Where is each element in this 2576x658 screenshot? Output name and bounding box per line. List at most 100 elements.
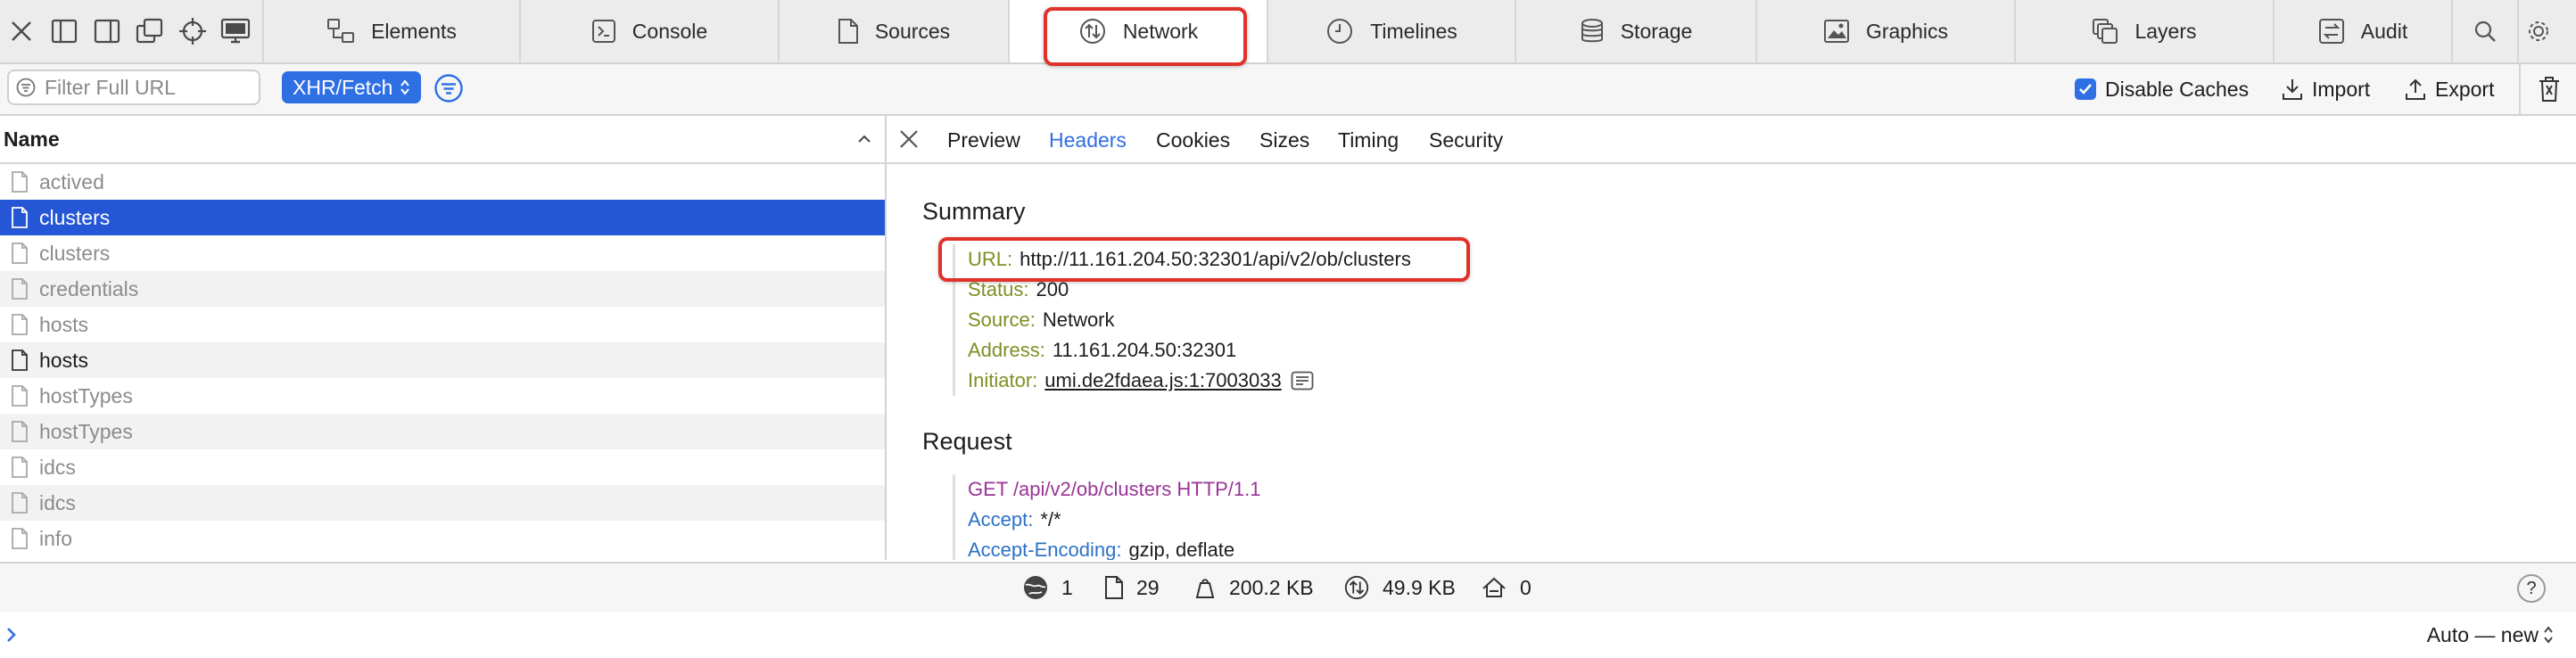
filter-url-input[interactable] (45, 75, 241, 100)
document-icon (0, 170, 39, 193)
network-tab-highlight (1044, 7, 1247, 66)
tab-bar: Elements Console Sources Network Timelin… (0, 0, 2576, 64)
sort-ascending-icon[interactable] (856, 128, 872, 152)
document-icon (0, 277, 39, 300)
tab-sources[interactable]: Sources (780, 0, 1010, 62)
close-icon[interactable] (2, 0, 41, 62)
request-name: idcs (39, 490, 76, 514)
dock-right-icon[interactable] (87, 0, 127, 62)
resource-type-value: XHR/Fetch (293, 75, 393, 99)
request-rows: actived clusters clusters credentials hosts h… (0, 164, 885, 556)
tab-security[interactable]: Security (1429, 116, 1503, 164)
help-button[interactable]: ? (2517, 574, 2546, 603)
summary-address-row: Address: 11.161.204.50:32301 (968, 339, 1237, 361)
table-row[interactable]: clusters (0, 200, 885, 235)
import-button[interactable]: Import (2282, 64, 2370, 114)
export-button[interactable]: Export (2405, 64, 2494, 114)
initiator-link[interactable]: umi.de2fdaea.js:1:7003033 (1044, 369, 1281, 392)
disable-caches-checkbox[interactable] (2075, 78, 2096, 100)
close-details-icon[interactable] (897, 127, 921, 151)
call-stack-icon[interactable] (1291, 371, 1314, 391)
document-icon (1104, 575, 1124, 600)
table-row[interactable]: hosts (0, 307, 885, 342)
resource-type-select[interactable]: XHR/Fetch (282, 71, 422, 103)
import-icon (2282, 78, 2303, 101)
tab-graphics[interactable]: Graphics (1757, 0, 2016, 62)
dock-side-icon[interactable] (45, 0, 84, 62)
tab-timing[interactable]: Timing (1338, 116, 1399, 164)
table-row[interactable]: hostTypes (0, 378, 885, 414)
summary-title: Summary (922, 198, 1026, 225)
console-prompt[interactable]: Auto — new (0, 612, 2576, 658)
summary-initiator-row: Initiator: umi.de2fdaea.js:1:7003033 (968, 366, 1411, 396)
table-row[interactable]: info (0, 521, 885, 556)
chevron-updown-icon (2542, 624, 2555, 646)
search-icon[interactable] (2465, 0, 2505, 62)
tab-cookies[interactable]: Cookies (1156, 116, 1230, 164)
inspect-icon[interactable] (173, 0, 212, 62)
execution-context-select[interactable]: Auto — new (2427, 612, 2539, 658)
elements-icon (326, 18, 355, 45)
request-name: hosts (39, 348, 88, 372)
graphics-icon (1823, 19, 1850, 44)
request-name: idcs (39, 455, 76, 479)
clear-log-button[interactable] (2519, 64, 2576, 114)
tab-headers[interactable]: Headers (1049, 116, 1127, 164)
table-row[interactable]: credentials (0, 271, 885, 307)
timelines-icon (1325, 17, 1354, 45)
storage-icon (1580, 18, 1605, 45)
tab-elements[interactable]: Elements (262, 0, 521, 62)
device-icon[interactable] (216, 0, 255, 62)
document-icon (0, 420, 39, 443)
request-name: credentials (39, 276, 139, 300)
transferred-size: 200.2 KB (1193, 563, 1314, 612)
url-highlight (938, 237, 1470, 282)
filter-field[interactable] (7, 70, 260, 105)
request-block: GET /api/v2/ob/clusters HTTP/1.1 Accept:… (953, 474, 1261, 560)
house-icon (1481, 576, 1507, 599)
request-line-row: GET /api/v2/ob/clusters HTTP/1.1 (968, 478, 1261, 500)
tab-console[interactable]: Console (521, 0, 780, 62)
network-transfer-icon (1343, 574, 1370, 601)
tab-layers[interactable]: Layers (2016, 0, 2275, 62)
tab-storage[interactable]: Storage (1516, 0, 1757, 62)
document-icon (0, 456, 39, 479)
table-row[interactable]: idcs (0, 449, 885, 485)
disable-caches-toggle[interactable]: Disable Caches (2075, 64, 2249, 114)
undock-icon[interactable] (130, 0, 169, 62)
document-icon (0, 527, 39, 550)
table-row[interactable]: clusters (0, 235, 885, 271)
tab-audit[interactable]: Audit (2275, 0, 2453, 62)
chevron-right-icon (5, 626, 18, 644)
resource-size: 49.9 KB (1343, 563, 1456, 612)
audit-icon (2318, 18, 2345, 45)
gear-icon[interactable] (2517, 0, 2558, 62)
tab-sizes[interactable]: Sizes (1259, 116, 1309, 164)
chevron-updown-icon (400, 78, 410, 96)
request-name: actived (39, 169, 104, 193)
request-name: info (39, 526, 73, 550)
weight-icon (1193, 576, 1217, 599)
filter-options-icon[interactable] (433, 73, 464, 103)
resources-count: 29 (1104, 563, 1160, 612)
request-name: hosts (39, 312, 88, 336)
document-icon (0, 349, 39, 372)
tab-preview[interactable]: Preview (947, 116, 1020, 164)
table-row[interactable]: idcs (0, 485, 885, 521)
console-icon (591, 19, 616, 44)
table-row[interactable]: actived (0, 164, 885, 200)
table-row[interactable]: hostTypes (0, 414, 885, 449)
request-name: hostTypes (39, 383, 133, 407)
request-name: clusters (39, 241, 111, 265)
document-icon (0, 206, 39, 229)
request-name: hostTypes (39, 419, 133, 443)
request-title: Request (922, 428, 1012, 455)
summary-source-row: Source: Network (968, 308, 1115, 331)
table-row[interactable]: hosts (0, 342, 885, 378)
globe-icon (1022, 574, 1049, 601)
list-header[interactable]: Name (0, 116, 885, 164)
name-column-header: Name (4, 127, 60, 151)
filter-bar: XHR/Fetch Disable Caches Import Export (0, 64, 2576, 116)
sources-icon (838, 18, 859, 45)
tab-timelines[interactable]: Timelines (1268, 0, 1516, 62)
